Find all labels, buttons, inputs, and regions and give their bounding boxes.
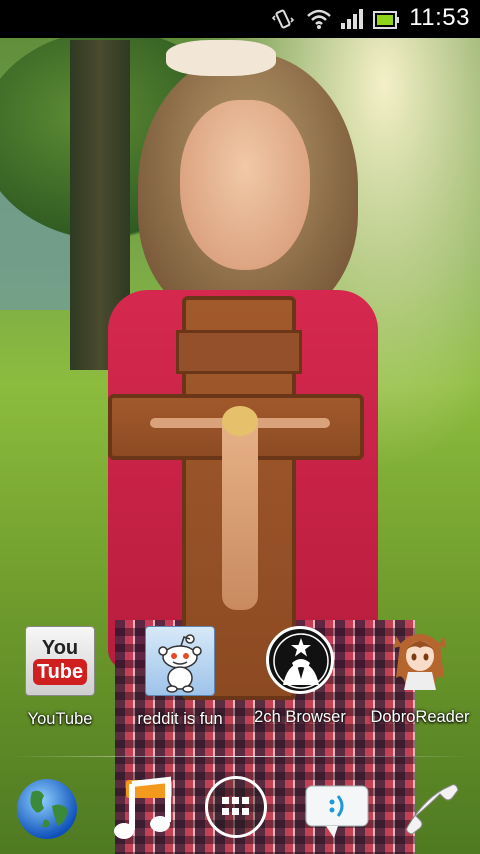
wallpaper-figure-body — [222, 410, 258, 610]
app-youtube[interactable]: You Tube YouTube — [0, 626, 120, 729]
wifi-icon — [307, 9, 331, 29]
app-label: reddit is fun — [137, 710, 223, 728]
app-2ch-browser[interactable]: 2ch Browser — [240, 626, 360, 727]
anonymous-mask-icon[interactable] — [266, 626, 334, 694]
youtube-icon[interactable]: You Tube — [25, 626, 95, 696]
signal-icon — [341, 9, 363, 29]
music-note-icon[interactable] — [110, 776, 176, 842]
app-dobroreader[interactable]: DobroReader — [360, 626, 480, 727]
youtube-logo-tube: Tube — [32, 659, 88, 685]
wallpaper-face — [180, 100, 310, 270]
reddit-alien-icon[interactable] — [145, 626, 215, 696]
app-reddit-is-fun[interactable]: reddit is fun — [120, 626, 240, 729]
wallpaper-figure-halo — [222, 406, 258, 436]
globe-browser-icon[interactable] — [14, 776, 80, 842]
anime-girl-icon[interactable] — [386, 626, 454, 694]
battery-icon — [373, 11, 399, 29]
app-drawer-button[interactable] — [205, 776, 271, 842]
status-time: 11:53 — [409, 4, 470, 31]
app-label: DobroReader — [370, 708, 470, 726]
vibrate-icon — [272, 9, 294, 29]
youtube-logo-you: You — [41, 637, 79, 659]
app-drawer-icon — [205, 776, 267, 838]
phone-icon[interactable] — [400, 776, 466, 842]
messages-icon[interactable] — [304, 776, 370, 842]
app-label: 2ch Browser — [254, 708, 346, 726]
status-bar: 11:53 — [0, 0, 480, 38]
app-label: YouTube — [27, 710, 93, 728]
wallpaper-cross-top-bar — [176, 330, 302, 374]
wallpaper-hair-bow — [166, 40, 276, 76]
dock-divider — [10, 756, 470, 757]
